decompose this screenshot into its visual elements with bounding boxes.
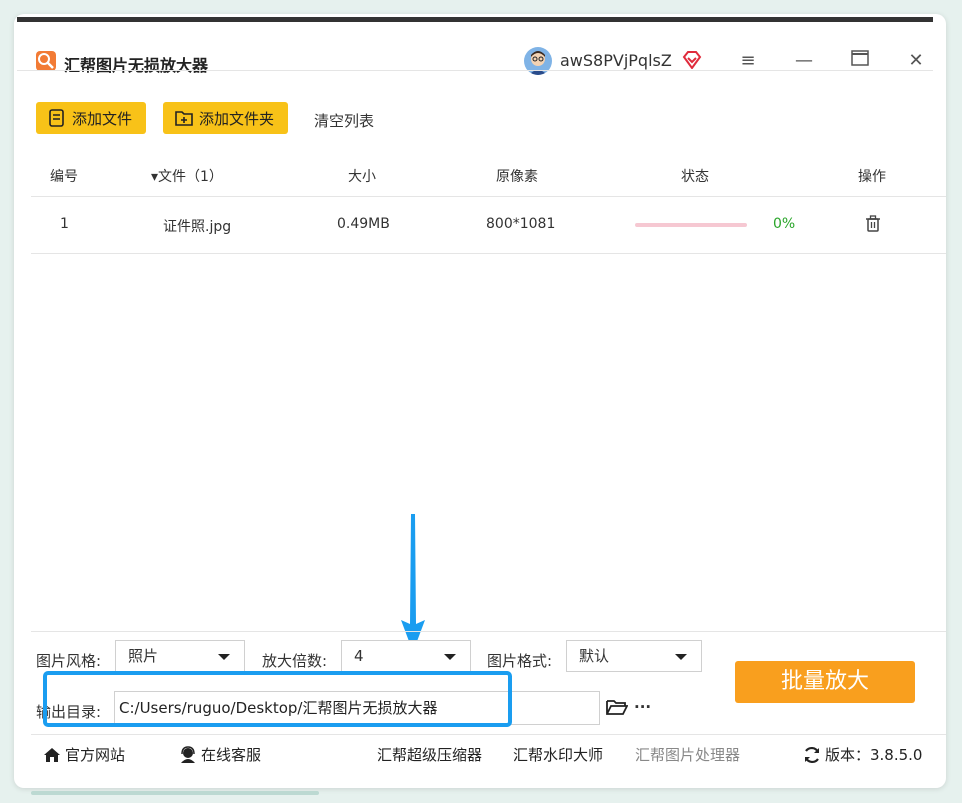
header-index: 编号 (50, 169, 78, 185)
header-status: 状态 (681, 169, 709, 185)
header-pixels: 原像素 (496, 169, 538, 185)
headset-icon (181, 745, 195, 763)
refresh-icon (805, 746, 819, 763)
progress-bar (635, 223, 747, 227)
highlight-box (43, 671, 512, 727)
close-button[interactable]: ✕ (904, 50, 928, 72)
processor-link[interactable]: 汇帮图片处理器 (635, 744, 740, 765)
add-file-button[interactable]: 添加文件 (36, 102, 146, 134)
header-size: 大小 (348, 169, 376, 185)
version-info[interactable]: 版本：3.8.5.0 (803, 744, 922, 765)
header-action: 操作 (858, 169, 886, 185)
app-title: 汇帮图片无损放大器 (64, 56, 209, 75)
title-divider (17, 70, 933, 71)
file-list-icon (49, 109, 64, 127)
menu-button[interactable]: ≡ (736, 50, 760, 72)
style-value: 照片 (128, 647, 159, 665)
add-folder-button[interactable]: 添加文件夹 (163, 102, 288, 134)
compressor-link[interactable]: 汇帮超级压缩器 (377, 744, 482, 765)
app-window: 汇帮图片无损放大器 awS8PVjPqlsZ ≡ — ✕ 添加文件 添加文件夹 … (14, 14, 946, 788)
horizontal-scrollbar[interactable] (31, 791, 319, 795)
format-label: 图片格式: (487, 652, 553, 670)
progress-percent: 0% (773, 216, 796, 232)
clear-list-button[interactable]: 清空列表 (314, 110, 374, 131)
home-icon (44, 747, 60, 762)
add-folder-icon (175, 111, 193, 126)
table-header: 编号 ▾文件（1） 大小 原像素 状态 操作 (31, 154, 946, 197)
chevron-down-icon (675, 654, 687, 660)
support-link[interactable]: 在线客服 (179, 744, 261, 765)
app-logo-icon (36, 51, 56, 71)
row-index: 1 (60, 216, 69, 232)
table-row[interactable]: 1 证件照.jpg 0.49MB 800*1081 0% (31, 197, 946, 254)
delete-icon[interactable] (865, 215, 881, 237)
support-label: 在线客服 (201, 746, 262, 764)
footer-divider (31, 734, 946, 735)
style-label: 图片风格: (36, 652, 102, 670)
format-select[interactable]: 默认 (566, 640, 702, 672)
add-file-label: 添加文件 (72, 109, 133, 128)
scale-select[interactable]: 4 (341, 640, 471, 672)
scale-value: 4 (354, 647, 364, 665)
website-link[interactable]: 官方网站 (43, 744, 125, 765)
batch-enlarge-button[interactable]: 批量放大 (735, 661, 915, 703)
header-file[interactable]: ▾文件（1） (151, 166, 223, 186)
watermark-link[interactable]: 汇帮水印大师 (513, 744, 603, 765)
style-select[interactable]: 照片 (115, 640, 245, 672)
settings-divider (31, 631, 946, 632)
chevron-down-icon (444, 654, 456, 660)
version-label: 版本：3.8.5.0 (825, 746, 923, 764)
scale-label: 放大倍数: (262, 652, 328, 670)
folder-open-icon[interactable] (606, 698, 629, 720)
minimize-button[interactable]: — (792, 50, 816, 72)
more-button[interactable]: ··· (634, 698, 651, 716)
top-strip (17, 17, 933, 22)
row-file-name: 证件照.jpg (163, 219, 232, 235)
chevron-down-icon (218, 654, 230, 660)
row-file-size: 0.49MB (337, 216, 390, 232)
annotation-arrow (399, 514, 427, 658)
add-folder-label: 添加文件夹 (199, 109, 275, 128)
maximize-button[interactable] (848, 50, 872, 72)
row-pixels: 800*1081 (486, 216, 556, 232)
website-label: 官方网站 (65, 746, 126, 764)
format-value: 默认 (579, 647, 610, 665)
username[interactable]: awS8PVjPqlsZ (560, 51, 672, 70)
